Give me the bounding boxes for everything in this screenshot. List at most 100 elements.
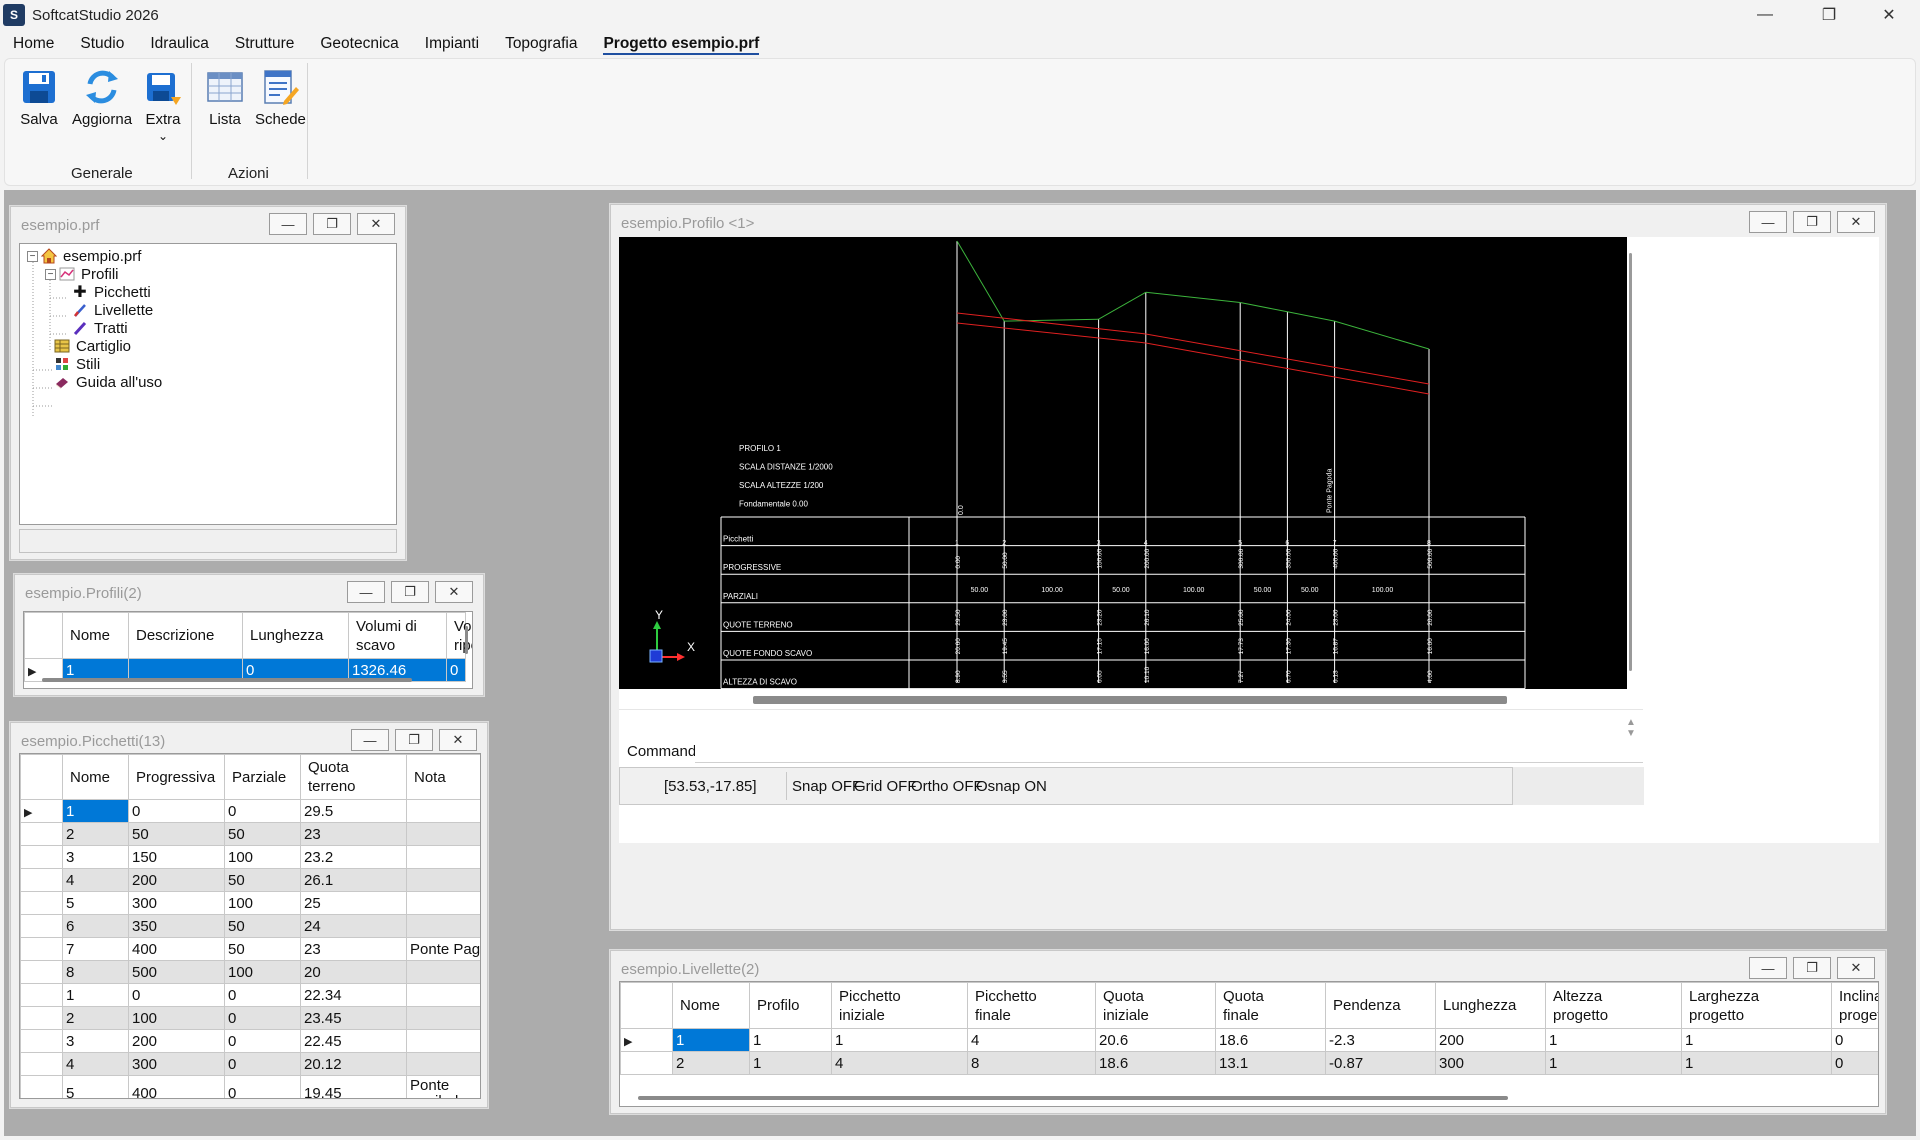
menu-home[interactable]: Home (0, 30, 67, 58)
cell[interactable]: 4 (62, 868, 129, 892)
cell[interactable]: 350 (128, 914, 225, 938)
column-header[interactable]: Altezza progetto (1545, 982, 1682, 1029)
column-header[interactable]: Nome (62, 754, 129, 800)
menu-progetto[interactable]: Progetto esempio.prf (590, 30, 772, 58)
cell[interactable] (406, 845, 480, 869)
row-header[interactable] (20, 960, 63, 984)
cell[interactable]: 400 (128, 1075, 225, 1098)
close-icon[interactable]: ✕ (1866, 0, 1912, 30)
row-header[interactable]: ▶ (20, 799, 63, 823)
close-icon[interactable]: ✕ (439, 729, 477, 751)
livellette-grid[interactable]: Nome Profilo Picchetto iniziale Picchett… (619, 981, 1879, 1107)
cell[interactable]: 400 (128, 937, 225, 961)
table-row[interactable]: 5 300 100 25 (20, 891, 480, 915)
menu-studio[interactable]: Studio (67, 30, 137, 58)
cad-vertical-scrollbar[interactable] (1629, 253, 1632, 671)
cell[interactable]: 500 (128, 960, 225, 984)
cell-volumi-riporto[interactable]: 0 (446, 658, 466, 682)
menu-topografia[interactable]: Topografia (492, 30, 590, 58)
row-header[interactable] (20, 1075, 63, 1098)
cell[interactable]: 4 (831, 1051, 968, 1075)
schede-button[interactable]: Schede (255, 67, 306, 128)
cell[interactable]: 1 (62, 983, 129, 1007)
aggiorna-button[interactable]: Aggiorna (72, 67, 132, 128)
cell[interactable]: 22.45 (300, 1029, 407, 1053)
snap-toggle[interactable]: Snap OFF (792, 778, 861, 795)
cell[interactable]: 2 (62, 1006, 129, 1030)
cell[interactable] (406, 822, 480, 846)
cell[interactable]: Ponte Pagoda (406, 937, 480, 961)
cell[interactable]: 1 (672, 1028, 750, 1052)
collapse-icon[interactable]: − (45, 268, 56, 280)
cell[interactable]: 20 (300, 960, 407, 984)
cell[interactable]: 23 (300, 822, 407, 846)
collapse-icon[interactable]: − (27, 250, 38, 262)
cell[interactable]: 100 (224, 960, 301, 984)
horizontal-scrollbar[interactable] (638, 1096, 1508, 1100)
osnap-toggle[interactable]: Osnap ON (976, 778, 1047, 795)
column-header[interactable]: Nota (406, 754, 480, 800)
cell[interactable]: 2 (672, 1051, 750, 1075)
row-header[interactable] (20, 891, 63, 915)
menu-impianti[interactable]: Impianti (412, 30, 492, 58)
column-header[interactable]: Quota terreno (300, 754, 407, 800)
cell[interactable]: 1 (1545, 1051, 1682, 1075)
extra-button[interactable]: Extra ⌄ (143, 67, 183, 142)
minimize-icon[interactable]: — (351, 729, 389, 751)
column-header[interactable]: Progressiva (128, 754, 225, 800)
close-icon[interactable]: ✕ (1837, 957, 1875, 979)
table-row[interactable]: 1 0 0 22.34 (20, 983, 480, 1007)
table-row[interactable]: 2 100 0 23.45 (20, 1006, 480, 1030)
cell[interactable]: 26.1 (300, 868, 407, 892)
cell[interactable]: 100 (224, 891, 301, 915)
livellette-window[interactable]: esempio.Livellette(2) — ❐ ✕ Nome Profilo… (610, 950, 1886, 1114)
cell[interactable]: 0 (224, 1075, 301, 1098)
table-row[interactable]: 74005023Ponte Pagoda (20, 937, 480, 961)
cell[interactable]: 150 (128, 845, 225, 869)
cell[interactable]: 25 (300, 891, 407, 915)
command-input[interactable] (695, 739, 1643, 763)
close-icon[interactable]: ✕ (357, 213, 395, 235)
row-header[interactable] (20, 914, 63, 938)
cell[interactable]: 20.6 (1095, 1028, 1216, 1052)
cell[interactable]: 50 (224, 914, 301, 938)
cell[interactable]: 0 (224, 1029, 301, 1053)
cell[interactable]: 50 (224, 822, 301, 846)
column-header[interactable]: Picchetto finale (967, 982, 1096, 1029)
lista-button[interactable]: Lista (205, 67, 245, 128)
column-header[interactable]: Larghezza progetto (1681, 982, 1832, 1029)
cell[interactable]: 1 (1681, 1028, 1832, 1052)
column-header[interactable]: Lunghezza (1435, 982, 1546, 1029)
profilo-window[interactable]: esempio.Profilo <1> — ❐ ✕ PROFILO 1 SCALA… (610, 204, 1886, 930)
column-header[interactable]: Volumi di riporto (446, 612, 472, 659)
cell[interactable]: 24 (300, 914, 407, 938)
cad-canvas[interactable]: PROFILO 1 SCALA DISTANZE 1/2000 SCALA ALTE… (619, 237, 1627, 689)
cell[interactable]: 2 (62, 822, 129, 846)
column-header[interactable]: Volumi di scavo (348, 612, 447, 659)
ortho-toggle[interactable]: Ortho OFF (911, 778, 983, 795)
column-header[interactable]: Descrizione (128, 612, 243, 659)
cell[interactable]: 300 (128, 891, 225, 915)
column-header[interactable]: Parziale (224, 754, 301, 800)
tree-node-guida[interactable]: Guida all'uso (54, 371, 162, 393)
row-header[interactable] (20, 1006, 63, 1030)
cell[interactable]: 0 (1831, 1028, 1878, 1052)
cell[interactable] (406, 1006, 480, 1030)
table-row[interactable]: 3 150 100 23.2 (20, 845, 480, 869)
cell[interactable]: 0 (224, 1052, 301, 1076)
cell[interactable]: 0 (128, 983, 225, 1007)
minimize-icon[interactable]: — (347, 581, 385, 603)
cell[interactable]: 0 (224, 799, 301, 823)
cell[interactable]: 8 (967, 1051, 1096, 1075)
column-header[interactable]: Nome (672, 982, 750, 1029)
cad-horizontal-scrollbar[interactable] (753, 696, 1507, 704)
cell[interactable]: 100 (224, 845, 301, 869)
row-header[interactable] (620, 1051, 673, 1075)
cell[interactable]: 23.45 (300, 1006, 407, 1030)
project-tree-window[interactable]: esempio.prf — ❐ ✕ − esempio.prf − Profil… (10, 206, 406, 560)
table-row[interactable]: ▶ 1 1 1 4 20.6 18.6 -2.3 200 1 1 0 (620, 1028, 1878, 1052)
table-row[interactable]: 2 1 4 8 18.6 13.1 -0.87 300 1 1 0 (620, 1051, 1878, 1075)
cell[interactable]: 3 (62, 845, 129, 869)
row-header[interactable]: ▶ (620, 1028, 673, 1052)
picchetti-grid[interactable]: Nome Progressiva Parziale Quota terreno … (19, 753, 481, 1099)
